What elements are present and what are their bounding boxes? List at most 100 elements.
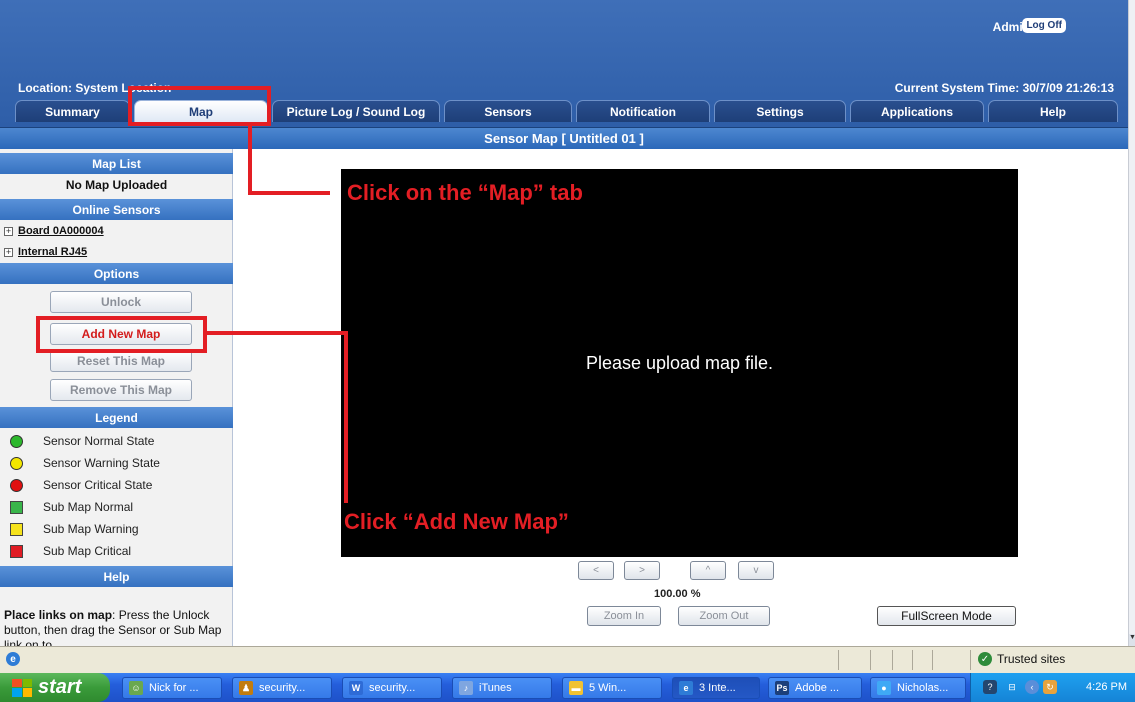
pan-up-button[interactable]: ^ <box>690 561 726 580</box>
help-text: Place links on map: Press the Unlock but… <box>4 608 229 646</box>
taskbar-item-label: iTunes <box>479 682 512 694</box>
pan-down-button[interactable]: v <box>738 561 774 580</box>
map-placeholder: Please upload map file. <box>585 352 774 373</box>
legend-label: Sensor Normal State <box>43 434 155 448</box>
unlock-button[interactable]: Unlock <box>50 291 192 313</box>
taskbar-item-label: Adobe ... <box>795 682 840 694</box>
green-square-icon <box>10 500 23 514</box>
red-circle-icon <box>10 478 23 492</box>
chat-icon: ● <box>877 681 891 695</box>
taskbar-item[interactable]: W security... <box>342 677 442 699</box>
update-icon[interactable]: ↻ <box>1043 680 1057 694</box>
taskbar-item[interactable]: ● Nicholas... <box>870 677 966 699</box>
legend-item: Sensor Warning State <box>10 453 160 473</box>
legend-label: Sub Map Warning <box>43 522 139 536</box>
add-map-instruction: Click “Add New Map” <box>344 509 569 534</box>
taskbar-item-label: security... <box>369 682 416 694</box>
pan-left-button[interactable]: < <box>578 561 614 580</box>
fullscreen-button[interactable]: FullScreen Mode <box>877 606 1016 626</box>
system-time-label: Current System Time: 30/7/09 21:26:13 <box>894 81 1114 95</box>
legend-label: Sensor Critical State <box>43 478 153 492</box>
taskbar-item[interactable]: ☺ Nick for ... <box>122 677 222 699</box>
log-off-button[interactable]: Log Off <box>1022 18 1066 33</box>
taskbar-item-label: 3 Inte... <box>699 682 736 694</box>
expand-icon[interactable]: + <box>4 247 13 257</box>
status-divider <box>838 650 839 670</box>
pan-right-button[interactable]: > <box>624 561 660 580</box>
tab-settings[interactable]: Settings <box>714 100 846 122</box>
legend-item: Sub Map Normal <box>10 497 133 517</box>
clock[interactable]: 4:26 PM <box>1086 681 1127 693</box>
annotation-connector <box>207 331 348 335</box>
sensor-tree-item[interactable]: + Board 0A000004 <box>4 225 104 237</box>
tab-picture-sound-log[interactable]: Picture Log / Sound Log <box>272 100 440 122</box>
browser-status-bar: e ✓ Trusted sites <box>0 646 1135 673</box>
expand-icon[interactable]: + <box>4 226 13 236</box>
taskbar-item[interactable]: e 3 Inte... <box>672 677 760 699</box>
system-tray: ? ⊟ ‹ ↻ 4:26 PM <box>970 673 1135 702</box>
start-label: start <box>38 676 82 698</box>
sensor-tree-item[interactable]: + Internal RJ45 <box>4 246 87 258</box>
help-heading: Help <box>0 566 233 587</box>
legend-item: Sub Map Critical <box>10 541 131 561</box>
tab-notification[interactable]: Notification <box>576 100 710 122</box>
windows-logo-icon <box>12 678 32 697</box>
reset-map-button[interactable]: Reset This Map <box>50 350 192 372</box>
legend-item: Sensor Critical State <box>10 475 152 495</box>
taskbar-item[interactable]: ▬ 5 Win... <box>562 677 662 699</box>
zoom-in-button[interactable]: Zoom In <box>587 606 661 626</box>
map-list-status: No Map Uploaded <box>65 178 168 192</box>
online-sensors-heading: Online Sensors <box>0 199 233 220</box>
legend-item: Sensor Normal State <box>10 431 154 451</box>
red-square-icon <box>10 544 23 558</box>
yellow-circle-icon <box>10 456 23 470</box>
sensor-tree-label[interactable]: Internal RJ45 <box>18 246 87 258</box>
legend-heading: Legend <box>0 407 233 428</box>
page-scrollbar[interactable]: ▼ <box>1128 0 1135 646</box>
help-tray-icon[interactable]: ? <box>983 680 997 694</box>
taskbar-item-label: Nick for ... <box>149 682 199 694</box>
start-button[interactable]: start <box>0 673 110 702</box>
tab-sensors[interactable]: Sensors <box>444 100 572 122</box>
annotation-connector <box>248 191 330 195</box>
add-map-highlight <box>36 316 207 353</box>
zoom-out-button[interactable]: Zoom Out <box>678 606 770 626</box>
status-divider <box>892 650 893 670</box>
tab-summary[interactable]: Summary <box>15 100 130 122</box>
remove-map-button[interactable]: Remove This Map <box>50 379 192 401</box>
taskbar-item[interactable]: Ps Adobe ... <box>768 677 862 699</box>
people-icon: ♟ <box>239 681 253 695</box>
taskbar-item[interactable]: ♪ iTunes <box>452 677 552 699</box>
windows-taskbar: start ☺ Nick for ... ♟ security... W sec… <box>0 673 1135 702</box>
status-divider <box>870 650 871 670</box>
security-zone[interactable]: ✓ Trusted sites <box>978 652 1065 666</box>
options-heading: Options <box>0 263 233 284</box>
status-divider <box>970 650 971 670</box>
document-icon: W <box>349 681 363 695</box>
messenger-icon: ☺ <box>129 681 143 695</box>
screen: Admin Log Off Location: System Location … <box>0 0 1135 702</box>
tab-applications[interactable]: Applications <box>850 100 984 122</box>
map-tab-instruction: Click on the “Map” tab <box>347 180 583 205</box>
taskbar-item-label: Nicholas... <box>897 682 949 694</box>
photoshop-icon: Ps <box>775 681 789 695</box>
back-arrow-icon[interactable]: ‹ <box>1025 680 1039 694</box>
taskbar-item-label: 5 Win... <box>589 682 627 694</box>
map-list-heading: Map List <box>0 153 233 174</box>
folder-icon: ▬ <box>569 681 583 695</box>
legend-label: Sensor Warning State <box>43 456 160 470</box>
sidebar: Map List No Map Uploaded Online Sensors … <box>0 149 233 646</box>
ie-page-icon: e <box>6 652 20 666</box>
ie-icon: e <box>679 681 693 695</box>
help-bold: Place links on map <box>4 608 113 622</box>
yellow-square-icon <box>10 522 23 536</box>
taskbar-item[interactable]: ♟ security... <box>232 677 332 699</box>
tab-help[interactable]: Help <box>988 100 1118 122</box>
scroll-down-icon[interactable]: ▼ <box>1129 634 1135 646</box>
network-icon[interactable]: ⊟ <box>1005 680 1019 694</box>
status-divider <box>932 650 933 670</box>
checkmark-icon: ✓ <box>978 652 992 666</box>
sensor-tree-label[interactable]: Board 0A000004 <box>18 225 104 237</box>
map-canvas[interactable]: Please upload map file. <box>341 169 1018 557</box>
taskbar-item-label: security... <box>259 682 306 694</box>
